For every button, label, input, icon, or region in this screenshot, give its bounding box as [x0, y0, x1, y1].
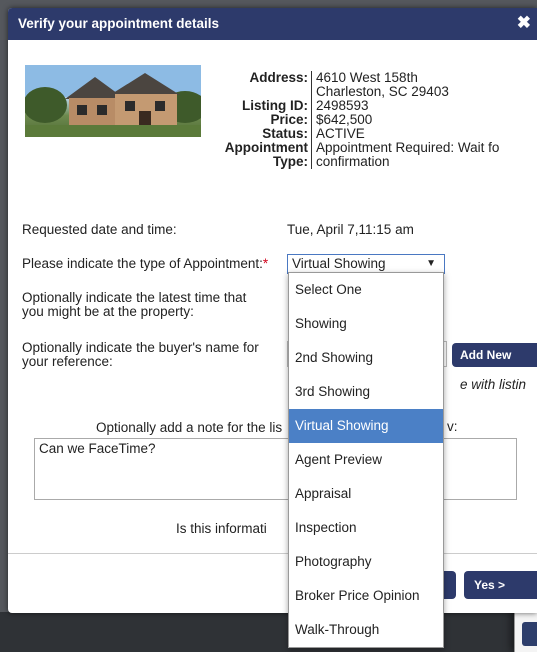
requested-label: Requested date and time:	[22, 222, 177, 237]
dropdown-option[interactable]: Select One	[289, 273, 443, 307]
listing-id-value: 2498593	[311, 99, 369, 113]
price-label: Price:	[270, 112, 308, 127]
dialog-title: Verify your appointment details	[18, 16, 220, 31]
dropdown-option[interactable]: 3rd Showing	[289, 375, 443, 409]
address-line2: Charleston, SC 29403	[311, 85, 449, 99]
note-label-tail: v:	[447, 419, 458, 434]
appointment-type-selected: Virtual Showing	[292, 256, 386, 271]
dropdown-option[interactable]: Photography	[289, 545, 443, 579]
appointment-type-label-2: Type:	[272, 154, 308, 169]
note-label: Optionally add a note for the lis	[96, 420, 283, 435]
note-text: Can we FaceTime?	[39, 441, 156, 456]
chevron-down-icon: ▼	[426, 258, 436, 269]
price-value: $642,500	[311, 113, 372, 127]
dropdown-option[interactable]: Agent Preview	[289, 443, 443, 477]
appointment-type-value: Appointment Required: Wait fo	[311, 141, 499, 155]
appointment-type-field-label: Please indicate the type of Appointment:…	[22, 257, 268, 271]
dropdown-option[interactable]: Appraisal	[289, 477, 443, 511]
dropdown-option[interactable]: Showing	[289, 307, 443, 341]
add-new-button[interactable]: Add New	[452, 343, 537, 367]
appointment-type-dropdown: Select One Showing 2nd Showing 3rd Showi…	[288, 272, 444, 648]
listing-id-label: Listing ID:	[242, 98, 308, 113]
address-label: Address:	[249, 70, 308, 85]
confirm-question: Is this informati	[176, 521, 267, 536]
dropdown-option[interactable]: Broker Price Opinion	[289, 579, 443, 613]
appointment-type-text: Please indicate the type of Appointment:	[22, 256, 263, 271]
footer-divider	[8, 553, 537, 554]
buyer-name-label-2: your reference:	[22, 354, 113, 369]
latest-time-label-2: you might be at the property:	[22, 304, 194, 319]
backdrop-bottom-strip	[0, 612, 537, 652]
listing-photo	[25, 65, 201, 137]
close-icon[interactable]: ✖	[517, 13, 531, 33]
share-note-text: e with listin	[460, 377, 527, 392]
dropdown-option[interactable]: 2nd Showing	[289, 341, 443, 375]
dropdown-option-selected[interactable]: Virtual Showing	[289, 409, 443, 443]
buyer-name-label: Optionally indicate the buyer's name for	[22, 340, 259, 355]
status-label: Status:	[262, 126, 308, 141]
background-button	[522, 622, 537, 646]
appointment-type-select[interactable]: Virtual Showing ▼	[287, 254, 445, 274]
yes-button[interactable]: Yes >	[464, 571, 537, 599]
dropdown-option[interactable]: Inspection	[289, 511, 443, 545]
appointment-type-value-2: confirmation	[311, 155, 390, 169]
status-value: ACTIVE	[311, 127, 365, 141]
requested-value: Tue, April 7,11:15 am	[287, 222, 414, 237]
dialog-titlebar: Verify your appointment details ✖	[8, 8, 537, 40]
appointment-type-label: Appointment	[224, 140, 308, 155]
verify-appointment-dialog: Verify your appointment details ✖ Addres…	[8, 8, 537, 613]
required-marker: *	[262, 256, 269, 271]
latest-time-label: Optionally indicate the latest time that	[22, 290, 247, 305]
dropdown-option[interactable]: Walk-Through	[289, 613, 443, 647]
address-line1: 4610 West 158th	[311, 71, 418, 85]
listing-details: Address: 4610 West 158th Charleston, SC 2…	[218, 71, 518, 169]
note-textarea[interactable]: Can we FaceTime?	[34, 438, 517, 500]
